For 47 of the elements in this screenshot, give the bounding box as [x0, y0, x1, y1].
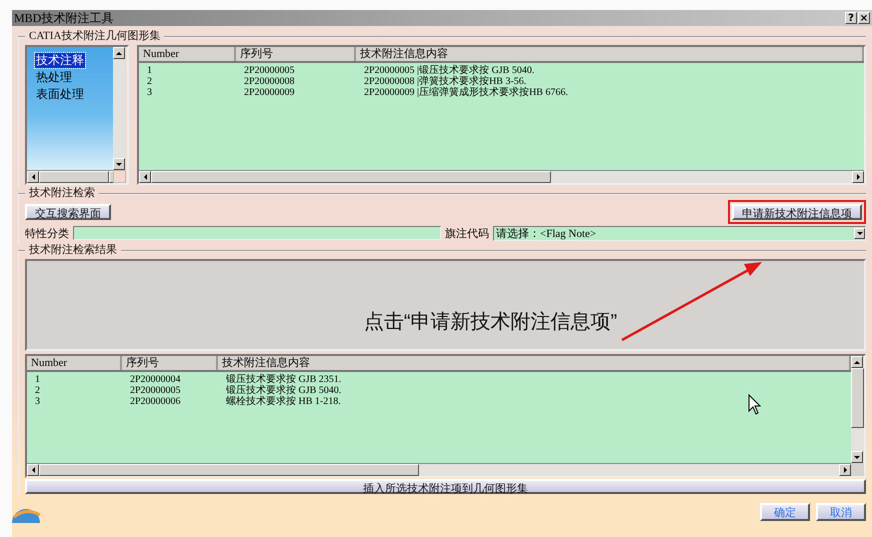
table-cell-text: 3 — [146, 87, 153, 98]
cursor-icon — [748, 394, 762, 416]
table-cell-text: 锻压技术要求按 GJB 2351. — [225, 374, 342, 385]
table-cell-text: 2P20000009 |压缩弹簧成形技术要求按HB 6766. — [363, 87, 568, 98]
window-title: MBD技术附注工具 — [14, 10, 114, 26]
apply-new-note-button[interactable]: 申请新技术附注信息项 — [732, 204, 862, 220]
column-header[interactable]: Number — [27, 356, 122, 370]
scrollbar-corner — [113, 170, 126, 183]
table-cell-text: 螺栓技术要求按 HB 1-218. — [225, 396, 341, 407]
column-header[interactable]: 技术附注信息内容 — [356, 47, 864, 61]
table-cell-text: 锻压技术要求按 GJB 5040. — [225, 385, 342, 396]
table-cell-text: 2P20000009 — [243, 87, 296, 98]
table-cell-text: 2 — [34, 385, 41, 396]
group-title: CATIA技术附注几何图形集 — [28, 31, 162, 42]
horizontal-scrollbar[interactable] — [27, 170, 113, 183]
column-header[interactable]: 序列号 — [236, 47, 356, 61]
help-button[interactable]: ? — [845, 12, 857, 24]
table-cell-text: 2P20000008 |弹簧技术要求按HB 3-56. — [363, 76, 526, 87]
category-item[interactable]: 表面处理 — [35, 87, 85, 102]
insert-button[interactable]: 插入所选技术附注项到几何图形集 — [25, 479, 866, 494]
table-cell-text: 2P20000005 — [129, 385, 182, 396]
close-button[interactable]: × — [858, 12, 870, 24]
horizontal-scrollbar[interactable] — [139, 170, 864, 183]
group-title: 技术附注检索结果 — [28, 245, 118, 256]
table-cell-text: 2 — [146, 76, 153, 87]
horizontal-scrollbar[interactable] — [27, 463, 851, 476]
table-cell-text: 1 — [34, 374, 41, 385]
category-item[interactable]: 热处理 — [35, 70, 73, 85]
vertical-scrollbar[interactable] — [113, 47, 126, 170]
table-cell-text: 2P20000006 — [129, 396, 182, 407]
table-cell-text: 2P20000005 — [243, 65, 296, 76]
interactive-search-button[interactable]: 交互搜索界面 — [25, 204, 111, 220]
vertical-scrollbar[interactable] — [851, 356, 864, 463]
table-cell-text: 2P20000005 |锻压技术要求按 GJB 5040. — [363, 65, 534, 76]
category-item[interactable]: 技术注释 — [35, 53, 85, 68]
table-cell-text: 3 — [34, 396, 41, 407]
annotation-text: 点击“申请新技术附注信息项” — [364, 310, 618, 335]
table-cell-text: 1 — [146, 65, 153, 76]
table-cell-text: 2P20000004 — [129, 374, 182, 385]
group-title: 技术附注检索 — [28, 188, 96, 199]
column-header[interactable]: Number — [139, 47, 236, 61]
property-field[interactable] — [73, 226, 441, 240]
flag-code-label: 旗注代码 — [445, 226, 489, 240]
flag-code-dropdown[interactable]: 请选择：<Flag Note> — [493, 226, 866, 240]
column-header[interactable]: 序列号 — [122, 356, 218, 370]
property-label: 特性分类 — [25, 226, 69, 240]
table-cell-text: 2P20000008 — [243, 76, 296, 87]
